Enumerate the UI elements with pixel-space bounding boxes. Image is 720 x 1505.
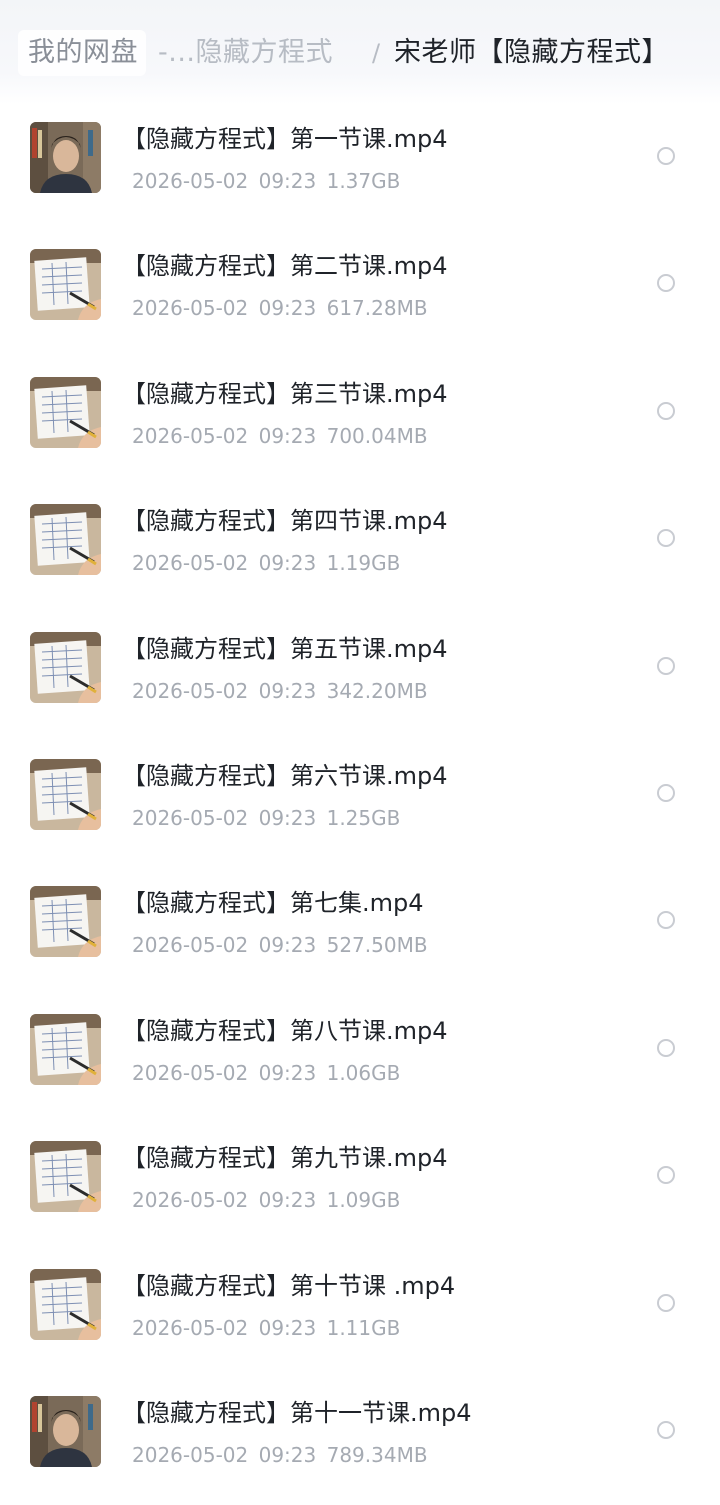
file-name[interactable]: 【隐藏方程式】第十节课 .mp4: [122, 1269, 455, 1303]
video-thumbnail[interactable]: [30, 758, 101, 830]
video-thumbnail[interactable]: [30, 122, 101, 193]
file-name[interactable]: 【隐藏方程式】第五节课.mp4: [122, 632, 448, 666]
file-row[interactable]: 【隐藏方程式】第二节课.mp4 2026-05-02 09:23 617.28MB: [0, 231, 720, 358]
file-date: 2026-05-02: [132, 1188, 249, 1213]
file-date: 2026-05-02: [132, 169, 249, 193]
video-thumbnail[interactable]: [30, 376, 101, 448]
file-size: 1.19GB: [326, 551, 401, 576]
file-name[interactable]: 【隐藏方程式】第八节课.mp4: [122, 1014, 448, 1048]
file-time: 09:23: [258, 678, 317, 703]
file-name[interactable]: 【隐藏方程式】第三节课.mp4: [122, 377, 448, 411]
file-date: 2026-05-02: [132, 1315, 249, 1340]
file-size: 1.06GB: [326, 1060, 401, 1085]
file-time: 09:23: [258, 551, 317, 576]
select-radio-icon[interactable]: [657, 1038, 675, 1057]
select-radio-icon[interactable]: [657, 911, 675, 930]
video-thumbnail[interactable]: [30, 504, 101, 576]
select-radio-icon[interactable]: [657, 529, 675, 548]
file-list: 【隐藏方程式】第一节课.mp4 2026-05-02 09:23 1.37GB 【隐…: [0, 104, 720, 1505]
video-thumbnail[interactable]: [30, 631, 101, 703]
file-size: 1.11GB: [326, 1315, 401, 1340]
video-thumbnail[interactable]: [30, 1395, 101, 1467]
file-row[interactable]: 【隐藏方程式】第八节课.mp4 2026-05-02 09:23 1.06GB: [0, 996, 720, 1123]
file-meta: 2026-05-02 09:23 617.28MB: [132, 293, 428, 323]
file-date: 2026-05-02: [132, 423, 249, 448]
file-name[interactable]: 【隐藏方程式】第七集.mp4: [122, 886, 424, 920]
file-meta: 2026-05-02 09:23 1.06GB: [132, 1058, 400, 1088]
file-time: 09:23: [258, 169, 317, 193]
file-size: 1.09GB: [326, 1188, 401, 1213]
file-time: 09:23: [258, 296, 317, 321]
select-radio-icon[interactable]: [657, 1420, 675, 1439]
file-meta: 2026-05-02 09:23 700.04MB: [132, 421, 428, 451]
file-size: 342.20MB: [326, 678, 428, 703]
select-radio-icon[interactable]: [657, 401, 675, 420]
file-name[interactable]: 【隐藏方程式】第六节课.mp4: [122, 759, 448, 793]
file-name[interactable]: 【隐藏方程式】第二节课.mp4: [122, 249, 448, 283]
file-date: 2026-05-02: [132, 296, 249, 321]
file-meta: 2026-05-02 09:23 1.09GB: [132, 1185, 400, 1215]
file-meta: 2026-05-02 09:23 527.50MB: [132, 930, 428, 960]
file-date: 2026-05-02: [132, 1060, 249, 1085]
select-radio-icon[interactable]: [657, 274, 675, 293]
file-size: 527.50MB: [326, 933, 428, 958]
file-name[interactable]: 【隐藏方程式】第四节课.mp4: [122, 504, 448, 538]
select-radio-icon[interactable]: [657, 1293, 675, 1312]
file-date: 2026-05-02: [132, 678, 249, 703]
file-time: 09:23: [258, 805, 317, 830]
file-meta: 2026-05-02 09:23 1.19GB: [132, 548, 400, 578]
file-row[interactable]: 【隐藏方程式】第一节课.mp4 2026-05-02 09:23 1.37GB: [0, 104, 720, 231]
file-size: 700.04MB: [326, 423, 428, 448]
video-thumbnail[interactable]: [30, 886, 101, 958]
file-size: 1.25GB: [326, 805, 401, 830]
file-time: 09:23: [258, 1060, 317, 1085]
file-time: 09:23: [258, 423, 317, 448]
file-name[interactable]: 【隐藏方程式】第十一节课.mp4: [122, 1396, 472, 1430]
file-time: 09:23: [258, 933, 317, 958]
file-size: 617.28MB: [326, 296, 428, 321]
file-row[interactable]: 【隐藏方程式】第十一节课.mp4 2026-05-02 09:23 789.34M…: [0, 1378, 720, 1505]
breadcrumb-current-folder: 宋老师【隐藏方程式】: [394, 37, 669, 68]
file-meta: 2026-05-02 09:23 1.25GB: [132, 803, 400, 833]
video-thumbnail[interactable]: [30, 1141, 101, 1213]
breadcrumb: 我的网盘 -...隐藏方程式 / 宋老师【隐藏方程式】: [0, 0, 720, 104]
file-time: 09:23: [258, 1188, 317, 1213]
file-row[interactable]: 【隐藏方程式】第九节课.mp4 2026-05-02 09:23 1.09GB: [0, 1123, 720, 1250]
file-time: 09:23: [258, 1315, 317, 1340]
file-meta: 2026-05-02 09:23 1.37GB: [132, 166, 400, 196]
file-meta: 2026-05-02 09:23 342.20MB: [132, 676, 428, 706]
file-meta: 2026-05-02 09:23 1.11GB: [132, 1313, 400, 1343]
file-row[interactable]: 【隐藏方程式】第三节课.mp4 2026-05-02 09:23 700.04MB: [0, 359, 720, 486]
video-thumbnail[interactable]: [30, 249, 101, 321]
file-row[interactable]: 【隐藏方程式】第五节课.mp4 2026-05-02 09:23 342.20MB: [0, 614, 720, 741]
file-date: 2026-05-02: [132, 805, 249, 830]
select-radio-icon[interactable]: [657, 1166, 675, 1185]
file-date: 2026-05-02: [132, 933, 249, 958]
video-thumbnail[interactable]: [30, 1268, 101, 1340]
file-meta: 2026-05-02 09:23 789.34MB: [132, 1440, 428, 1470]
select-radio-icon[interactable]: [657, 783, 675, 802]
file-row[interactable]: 【隐藏方程式】第四节课.mp4 2026-05-02 09:23 1.19GB: [0, 486, 720, 613]
file-size: 789.34MB: [326, 1442, 428, 1467]
file-size: 1.37GB: [326, 169, 401, 193]
file-time: 09:23: [258, 1442, 317, 1467]
file-name[interactable]: 【隐藏方程式】第一节课.mp4: [122, 122, 448, 156]
breadcrumb-parent-link[interactable]: -...隐藏方程式: [158, 30, 333, 76]
select-radio-icon[interactable]: [657, 147, 675, 165]
select-radio-icon[interactable]: [657, 656, 675, 675]
breadcrumb-root-link[interactable]: 我的网盘: [18, 30, 146, 76]
file-date: 2026-05-02: [132, 551, 249, 576]
file-row[interactable]: 【隐藏方程式】第十节课 .mp4 2026-05-02 09:23 1.11GB: [0, 1251, 720, 1378]
video-thumbnail[interactable]: [30, 1013, 101, 1085]
file-row[interactable]: 【隐藏方程式】第七集.mp4 2026-05-02 09:23 527.50MB: [0, 868, 720, 995]
file-date: 2026-05-02: [132, 1442, 249, 1467]
file-name[interactable]: 【隐藏方程式】第九节课.mp4: [122, 1141, 448, 1175]
breadcrumb-separator: /: [372, 39, 381, 67]
file-row[interactable]: 【隐藏方程式】第六节课.mp4 2026-05-02 09:23 1.25GB: [0, 741, 720, 868]
